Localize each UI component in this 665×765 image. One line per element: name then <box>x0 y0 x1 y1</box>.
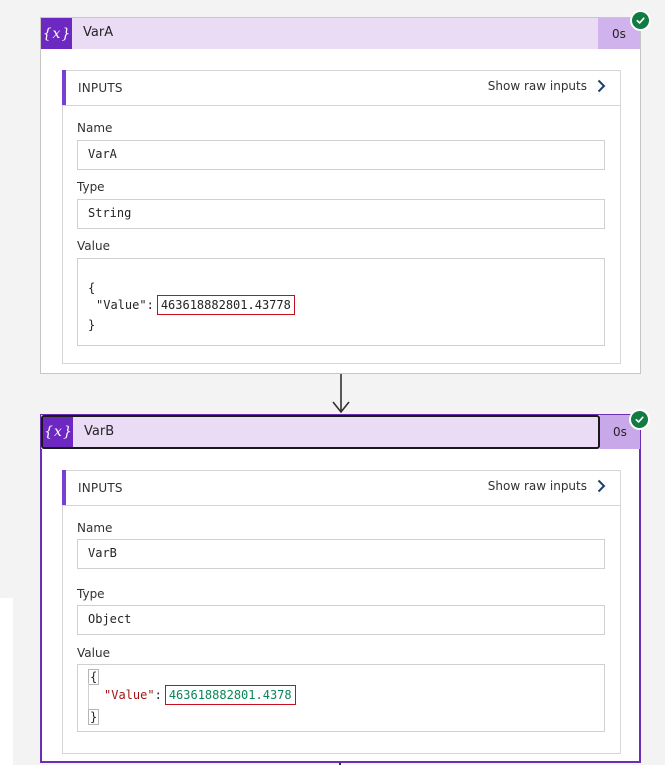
action-header[interactable]: {x} VarA 0s <box>41 18 640 49</box>
json-entry: "Value" : 463618882801.4378 <box>104 685 296 705</box>
action-card-vara: {x} VarA 0s INPUTS Show raw inputs Name … <box>40 10 651 374</box>
inputs-header: INPUTS Show raw inputs <box>62 70 620 106</box>
show-raw-inputs-link[interactable]: Show raw inputs <box>488 479 606 493</box>
value-field: { "Value" : 463618882801.4378 } <box>77 664 605 732</box>
inputs-label: INPUTS <box>78 81 123 95</box>
action-title: VarA <box>83 25 114 40</box>
json-number: 463618882801.4378 <box>168 688 292 702</box>
background-panel <box>0 598 13 765</box>
type-label: Type <box>77 587 105 601</box>
json-entry: "Value" : 463618882801.43778 <box>96 295 295 315</box>
value-field: { "Value" : 463618882801.43778 } <box>77 258 605 346</box>
show-raw-inputs-label: Show raw inputs <box>487 479 587 493</box>
json-colon: : <box>146 298 154 312</box>
json-value-highlight: 463618882801.4378 <box>164 685 296 705</box>
inputs-header: INPUTS Show raw inputs <box>62 470 620 506</box>
json-close-brace: } <box>88 709 100 725</box>
type-label: Type <box>77 180 105 194</box>
variable-icon: {x} <box>43 417 73 447</box>
value-label: Value <box>77 239 110 253</box>
inputs-label: INPUTS <box>78 481 123 495</box>
inputs-accent-bar <box>62 470 66 505</box>
action-card-varb: {x} VarB 0s INPUTS Show raw inputs Name … <box>40 409 650 763</box>
json-key: "Value" <box>104 688 155 702</box>
success-check-icon <box>630 10 651 31</box>
variable-icon: {x} <box>41 18 72 49</box>
json-close-brace: } <box>88 318 96 332</box>
json-value-highlight: 463618882801.43778 <box>156 295 295 315</box>
chevron-right-icon <box>597 479 606 493</box>
type-field: Object <box>77 605 605 635</box>
inputs-section: INPUTS Show raw inputs Name VarA Type St… <box>62 70 621 364</box>
type-field: String <box>77 199 605 229</box>
action-header-inner[interactable]: {x} VarB <box>41 415 600 449</box>
chevron-right-icon <box>597 79 606 93</box>
name-field: VarB <box>77 539 605 569</box>
name-field: VarA <box>77 140 605 170</box>
flow-arrow-icon <box>332 374 350 414</box>
inputs-section: INPUTS Show raw inputs Name VarB Type Ob… <box>62 470 621 754</box>
json-colon: : <box>154 688 162 702</box>
value-label: Value <box>77 646 110 660</box>
action-header[interactable]: {x} VarB 0s <box>41 415 640 449</box>
show-raw-inputs-label: Show raw inputs <box>487 79 587 93</box>
action-title: VarB <box>84 424 115 439</box>
name-label: Name <box>77 521 113 535</box>
json-key: "Value" <box>96 298 147 312</box>
success-check-icon <box>629 409 650 430</box>
name-label: Name <box>77 121 113 135</box>
json-open-brace: { <box>88 669 100 685</box>
json-open-brace: { <box>88 281 96 295</box>
json-number: 463618882801.43778 <box>160 298 291 312</box>
indent-guide <box>88 683 89 709</box>
action-header-inner[interactable]: {x} VarA <box>41 18 598 49</box>
inputs-accent-bar <box>62 70 66 105</box>
show-raw-inputs-link[interactable]: Show raw inputs <box>488 79 606 93</box>
